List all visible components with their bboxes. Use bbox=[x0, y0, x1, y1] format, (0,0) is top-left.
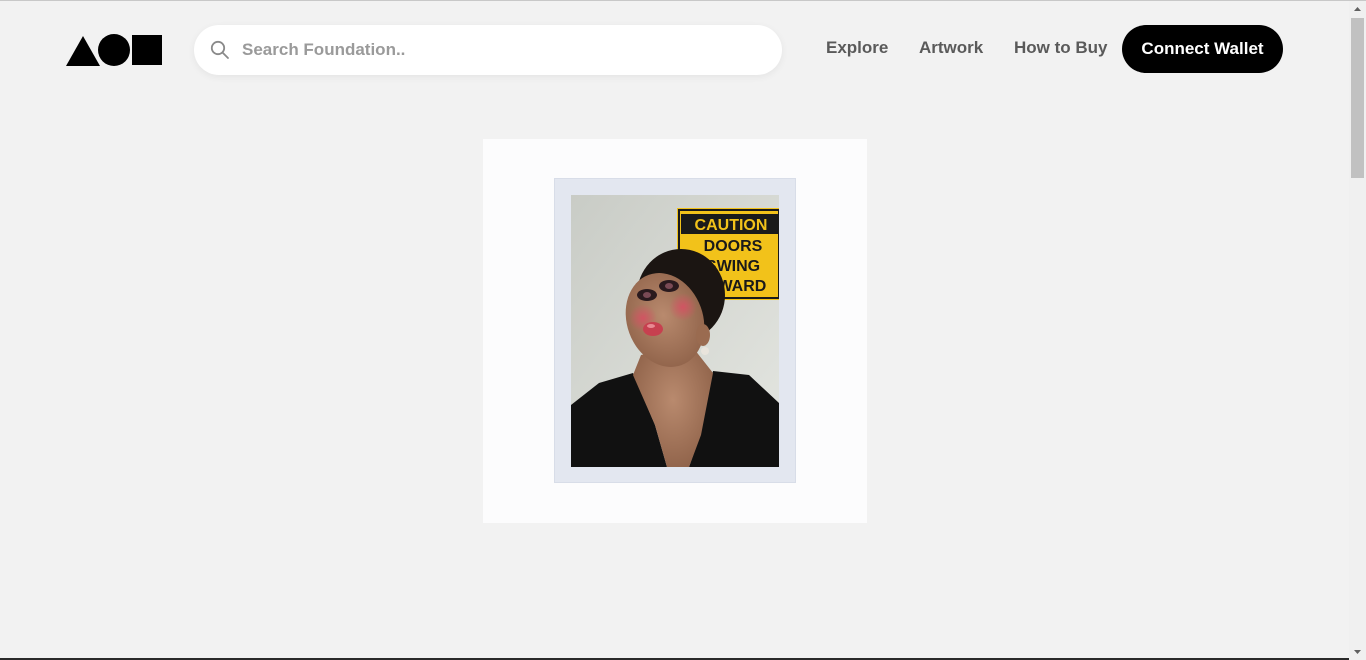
nav-how-to-buy[interactable]: How to Buy bbox=[1014, 38, 1108, 58]
page: Explore Artwork How to Buy Connect Walle… bbox=[0, 0, 1366, 660]
nav-artwork[interactable]: Artwork bbox=[919, 38, 983, 58]
foundation-logo[interactable] bbox=[66, 34, 164, 66]
window-top-border bbox=[0, 0, 1366, 1]
scroll-down-arrow-icon[interactable] bbox=[1349, 643, 1366, 660]
nav-explore[interactable]: Explore bbox=[826, 38, 888, 58]
svg-text:CAUTION: CAUTION bbox=[695, 217, 768, 234]
artwork-image: CAUTION DOORS SWING TWARD bbox=[571, 195, 779, 467]
connect-wallet-button[interactable]: Connect Wallet bbox=[1122, 25, 1283, 73]
circle-icon bbox=[98, 34, 130, 66]
scroll-up-arrow-icon[interactable] bbox=[1349, 1, 1366, 18]
search-bar[interactable] bbox=[194, 25, 782, 75]
scroll-thumb[interactable] bbox=[1351, 18, 1364, 178]
vertical-scrollbar[interactable] bbox=[1349, 1, 1366, 660]
search-input[interactable] bbox=[242, 25, 762, 75]
search-icon bbox=[210, 40, 229, 59]
polaroid-frame: CAUTION DOORS SWING TWARD bbox=[554, 178, 796, 483]
square-icon bbox=[132, 35, 162, 65]
artwork-card[interactable]: CAUTION DOORS SWING TWARD bbox=[483, 139, 867, 523]
svg-text:DOORS: DOORS bbox=[704, 238, 763, 255]
triangle-icon bbox=[66, 36, 100, 66]
